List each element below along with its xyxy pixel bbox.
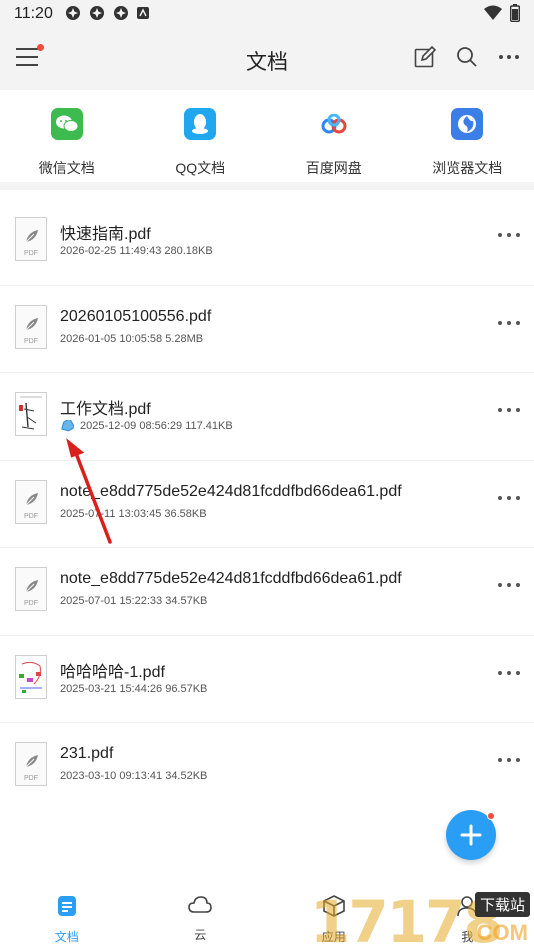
nav-cloud[interactable]: 云	[134, 885, 268, 950]
document-thumbnail	[15, 392, 47, 436]
notification-icon	[113, 5, 129, 24]
file-name: 20260105100556.pdf	[60, 307, 212, 325]
more-icon[interactable]	[498, 408, 520, 412]
list-item[interactable]: 哈哈哈哈-1.pdf 2025-03-21 15:44:26 96.57KB	[0, 636, 534, 723]
list-item[interactable]: PDF 231.pdf 2023-03-10 09:13:41 34.52KB	[0, 723, 534, 811]
file-meta: 2023-03-10 09:13:41 34.52KB	[60, 770, 208, 782]
pdf-file-icon: PDF	[15, 742, 47, 786]
cloud-icon	[188, 895, 213, 920]
watermark-number: 17178	[310, 888, 504, 950]
more-icon[interactable]	[498, 233, 520, 237]
file-meta: 2025-07-01 15:22:33 34.57KB	[60, 595, 208, 607]
pdf-file-icon: PDF	[15, 217, 47, 261]
file-name: 231.pdf	[60, 745, 114, 762]
annotation-arrow	[66, 438, 112, 544]
watermark: 17178 下载站 COM	[310, 888, 534, 950]
list-item[interactable]: PDF 快速指南.pdf 2026-02-25 11:49:43 280.18K…	[0, 198, 534, 286]
source-qq[interactable]: QQ文档	[134, 90, 268, 182]
list-item[interactable]: PDF note_e8dd775de52e424d81fcddfbd66dea6…	[0, 548, 534, 636]
source-shortcuts: 微信文档 QQ文档 百度网盘 浏览器文档	[0, 90, 534, 190]
document-icon	[57, 895, 77, 922]
add-button[interactable]	[446, 810, 496, 860]
watermark-label: 下载站	[474, 892, 530, 917]
pdf-file-icon: PDF	[15, 304, 47, 349]
baidu-netdisk-icon	[317, 108, 350, 140]
app-notification-icon	[136, 6, 149, 22]
nav-label: 文档	[54, 930, 79, 944]
source-baidu-netdisk[interactable]: 百度网盘	[267, 90, 401, 182]
file-meta: 2026-01-05 10:05:58 5.28MB	[60, 332, 204, 345]
qq-icon	[184, 108, 217, 140]
nav-label: 云	[194, 928, 207, 942]
file-name: 哈哈哈哈-1.pdf	[60, 663, 165, 681]
file-meta: 2025-03-21 15:44:26 96.57KB	[60, 682, 208, 695]
more-icon[interactable]	[498, 670, 520, 675]
nav-documents[interactable]: 文档	[0, 885, 134, 950]
more-icon[interactable]	[498, 758, 520, 762]
document-thumbnail	[15, 654, 47, 699]
list-item[interactable]: PDF 20260105100556.pdf 2026-01-05 10:05:…	[0, 286, 534, 373]
file-name: 快速指南.pdf	[60, 226, 151, 243]
more-icon[interactable]	[498, 583, 520, 587]
file-name: note_e8dd775de52e424d81fcddfbd66dea61.pd…	[60, 570, 402, 587]
source-label: 浏览器文档	[432, 160, 503, 176]
source-label: 百度网盘	[305, 160, 362, 176]
file-meta: 2026-02-25 11:49:43 280.18KB	[60, 245, 213, 257]
plus-icon	[460, 824, 482, 846]
wifi-icon	[484, 5, 502, 26]
pdf-file-icon: PDF	[15, 567, 47, 611]
battery-icon	[509, 4, 521, 27]
source-browser[interactable]: 浏览器文档	[401, 90, 534, 182]
source-wechat[interactable]: 微信文档	[0, 90, 134, 182]
wechat-icon	[50, 108, 83, 140]
pdf-file-icon: PDF	[15, 479, 47, 524]
browser-icon	[451, 108, 484, 140]
more-icon[interactable]	[498, 495, 520, 500]
toolbar-actions	[414, 46, 520, 68]
notification-icon	[89, 5, 105, 24]
source-label: QQ文档	[175, 160, 226, 176]
app-bar: 文档	[0, 28, 534, 90]
source-label: 微信文档	[38, 160, 95, 176]
status-bar: 11:20	[0, 0, 534, 28]
more-icon[interactable]	[498, 320, 520, 325]
status-time: 11:20	[14, 5, 53, 22]
fab-badge	[487, 812, 495, 820]
watermark-sub: COM	[476, 920, 528, 945]
more-icon[interactable]	[498, 54, 520, 60]
notification-icon	[65, 5, 81, 24]
search-icon[interactable]	[456, 46, 478, 68]
edit-icon[interactable]	[414, 46, 436, 68]
status-right	[484, 4, 521, 27]
file-name: 工作文档.pdf	[60, 401, 151, 418]
